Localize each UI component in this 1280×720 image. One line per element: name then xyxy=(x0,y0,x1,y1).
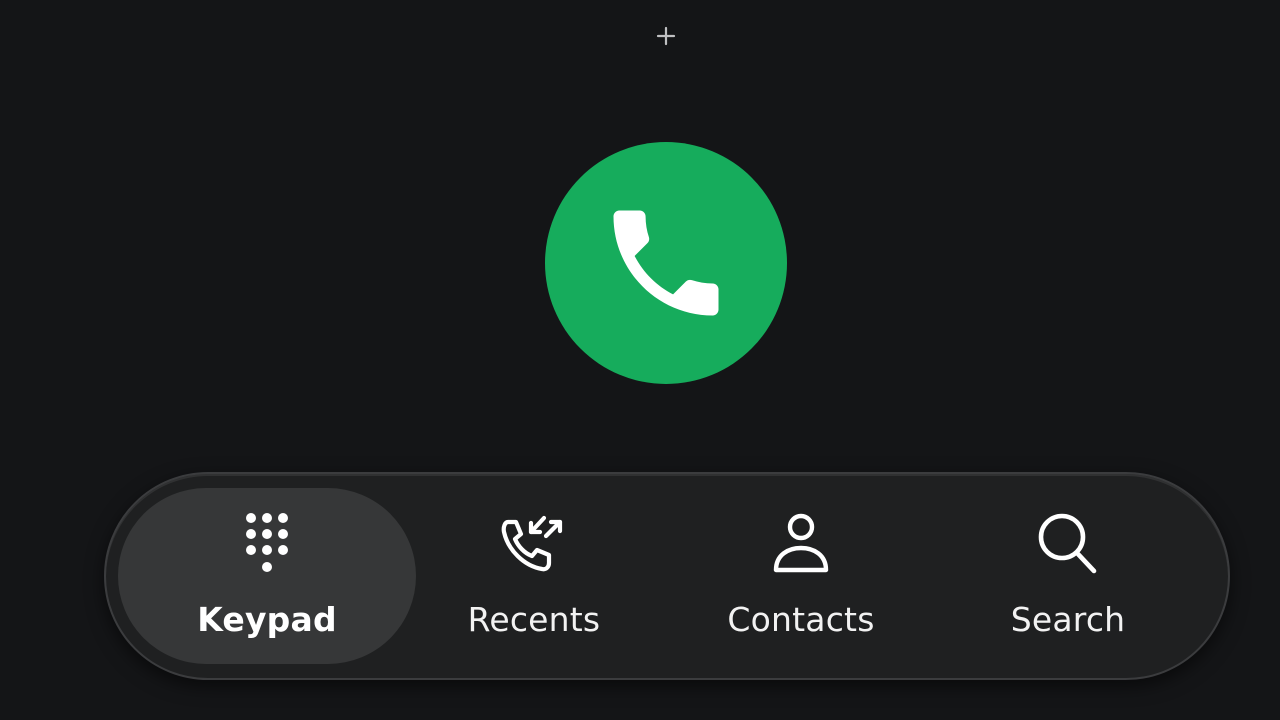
dialpad-icon xyxy=(227,510,307,586)
search-icon xyxy=(1028,510,1108,586)
nav-item-recents[interactable]: Recents xyxy=(401,488,667,664)
nav-label-search: Search xyxy=(1010,600,1126,639)
phone-app-screen: Keypad Recents Contacts Search xyxy=(0,0,1280,720)
person-icon xyxy=(761,510,841,586)
recent-calls-icon xyxy=(494,510,574,586)
add-button[interactable] xyxy=(654,24,678,48)
nav-label-contacts: Contacts xyxy=(727,600,875,639)
plus-icon xyxy=(656,26,676,46)
call-button[interactable] xyxy=(545,142,787,384)
nav-item-keypad[interactable]: Keypad xyxy=(118,488,416,664)
bottom-navigation-bar: Keypad Recents Contacts Search xyxy=(104,472,1230,680)
nav-item-contacts[interactable]: Contacts xyxy=(668,488,934,664)
phone-icon xyxy=(613,210,719,316)
nav-item-search[interactable]: Search xyxy=(935,488,1201,664)
nav-label-recents: Recents xyxy=(467,600,601,639)
nav-label-keypad: Keypad xyxy=(197,600,337,639)
